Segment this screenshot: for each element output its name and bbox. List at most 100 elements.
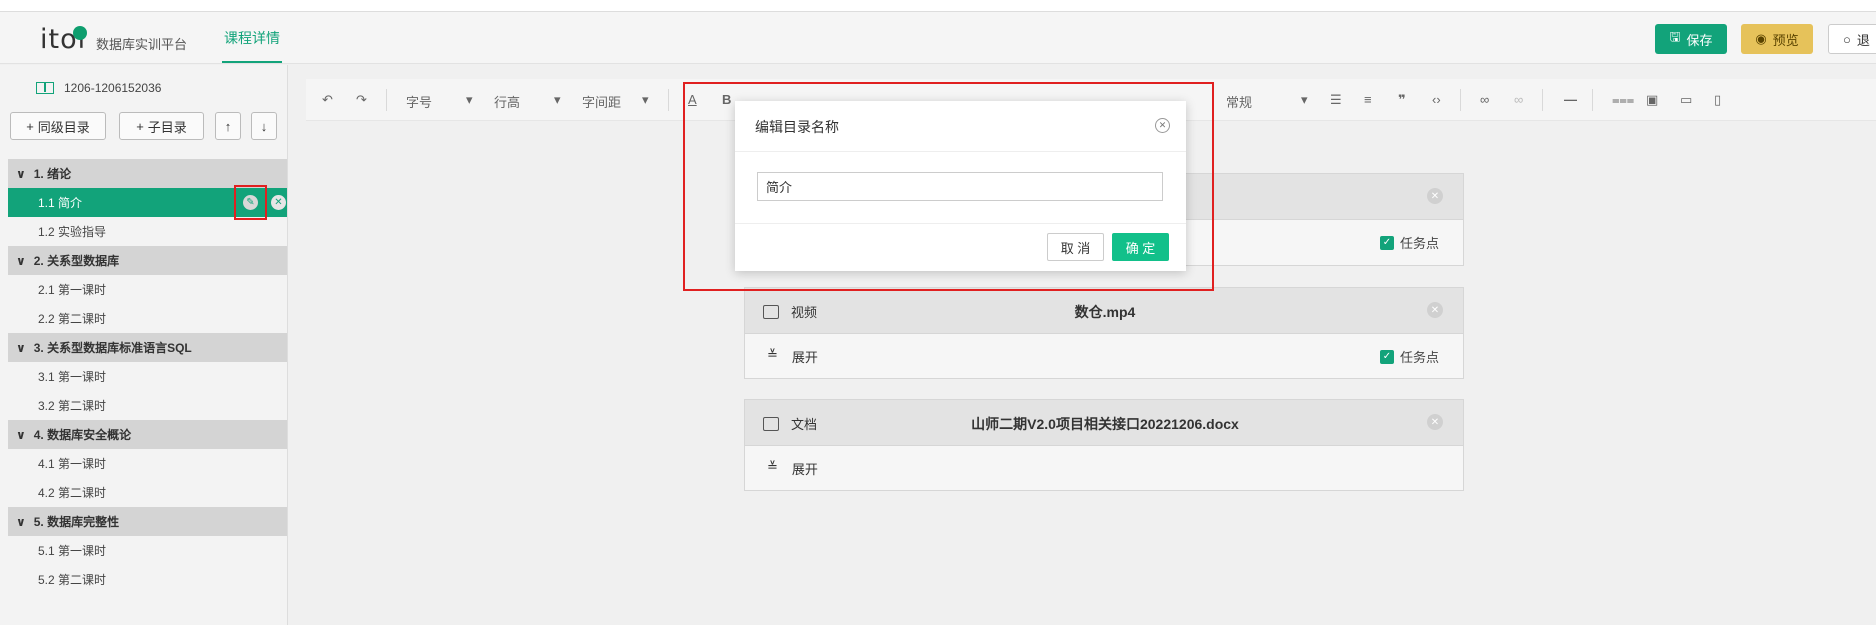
preview-label: 预览 (1772, 32, 1799, 48)
letter-spacing-select[interactable]: 字间距 (582, 92, 621, 111)
close-icon[interactable]: ✕ (1155, 118, 1170, 133)
clear-format-icon[interactable]: ⩶ (1612, 92, 1634, 108)
video-icon[interactable]: ▭ (1680, 92, 1692, 108)
add-child-label: 子目录 (147, 119, 187, 135)
exit-button[interactable]: ○ 退 (1828, 24, 1876, 54)
confirm-button[interactable]: 确 定 (1112, 233, 1169, 261)
chapter-4[interactable]: ∨ 4. 数据库安全概论 (8, 420, 287, 449)
lesson-2-1[interactable]: 2.1 第一课时 (8, 275, 287, 304)
expand-toggle[interactable]: ≚ 展开 (767, 459, 818, 478)
expand-label: 展开 (791, 462, 818, 477)
undo-icon[interactable]: ↶ (322, 92, 333, 108)
close-icon[interactable]: ✕ (1427, 188, 1443, 204)
expand-toggle[interactable]: ≚ 展开 (767, 347, 818, 366)
move-down-button[interactable]: ↓ (251, 112, 277, 140)
paragraph-select[interactable]: 常规 (1226, 92, 1252, 111)
plus-icon: + (136, 118, 144, 134)
edit-icon[interactable]: ✎ (243, 195, 258, 210)
chevron-down-icon: ▾ (642, 92, 649, 107)
move-up-button[interactable]: ↑ (215, 112, 241, 140)
add-child-dir-button[interactable]: + 子目录 (119, 112, 204, 140)
lesson-5-2[interactable]: 5.2 第二课时 (8, 565, 287, 594)
lesson-4-2[interactable]: 4.2 第二课时 (8, 478, 287, 507)
card-footer: ≚ 展开 (745, 446, 1463, 490)
chevron-down-icon: ∨ (16, 514, 26, 529)
tab-course-detail[interactable]: 课程详情 (222, 28, 282, 63)
toolbar-divider (1592, 89, 1593, 111)
horizontal-rule-icon[interactable]: — (1564, 92, 1577, 107)
lesson-label: 1.1 简介 (38, 196, 83, 210)
chevron-down-icon: ∨ (16, 166, 26, 181)
exit-label: 退 (1856, 32, 1870, 48)
chapter-title: 5. 数据库完整性 (33, 515, 120, 529)
double-chevron-down-icon: ≚ (767, 459, 778, 474)
app-header: itol 数据库实训平台 课程详情 🖫 保存 ◉ 预览 ○ 退 (0, 12, 1876, 64)
chapter-title: 2. 关系型数据库 (33, 254, 120, 268)
content-card-document: 文档 山师二期V2.0项目相关接口20221206.docx ✕ ≚ 展开 (744, 399, 1464, 491)
lesson-5-1[interactable]: 5.1 第一课时 (8, 536, 287, 565)
code-icon[interactable]: ‹› (1432, 92, 1441, 107)
preview-button[interactable]: ◉ 预览 (1741, 24, 1813, 54)
task-point-label: 任务点 (1399, 236, 1439, 251)
chapter-title: 1. 绪论 (33, 167, 72, 181)
link-icon[interactable]: ∞ (1480, 92, 1489, 107)
directory-tree: ∨ 1. 绪论 1.1 简介 ✎ ✕ 1.2 实验指导 ∨ 2. 关系型数据库 2.… (8, 159, 287, 594)
bullet-list-icon[interactable]: ☰ (1330, 92, 1342, 108)
lesson-label: 5.1 第一课时 (38, 544, 107, 558)
lesson-1-1[interactable]: 1.1 简介 ✎ ✕ (8, 185, 287, 220)
lesson-label: 5.2 第二课时 (38, 573, 107, 587)
lesson-4-1[interactable]: 4.1 第一课时 (8, 449, 287, 478)
lesson-label: 2.2 第二课时 (38, 312, 107, 326)
sidebar: 1206-1206152036 + 同级目录 + 子目录 ↑ ↓ ∨ 1. 绪论 … (0, 65, 288, 625)
lesson-2-2[interactable]: 2.2 第二课时 (8, 304, 287, 333)
course-id: 1206-1206152036 (36, 81, 161, 95)
arrow-down-icon: ↓ (260, 118, 268, 134)
card-filename: 数仓.mp4 (1074, 304, 1136, 320)
chevron-down-icon: ▾ (466, 92, 473, 107)
cancel-button[interactable]: 取 消 (1047, 233, 1104, 261)
task-point[interactable]: ✓ 任务点 (1379, 347, 1439, 366)
book-icon (36, 82, 54, 94)
save-label: 保存 (1686, 32, 1713, 48)
unlink-icon[interactable]: ∞ (1514, 92, 1523, 107)
edit-dir-name-dialog: 编辑目录名称 ✕ 取 消 确 定 (735, 101, 1186, 271)
lesson-label: 3.2 第二课时 (38, 399, 107, 413)
lesson-label: 2.1 第一课时 (38, 283, 107, 297)
lesson-1-2[interactable]: 1.2 实验指导 (8, 217, 287, 246)
exit-icon: ○ (1843, 31, 1851, 47)
card-header: 视频 数仓.mp4 ✕ (745, 288, 1463, 334)
card-footer: ≚ 展开 ✓ 任务点 (745, 334, 1463, 378)
edit-highlight: ✎ (234, 185, 267, 220)
lesson-label: 3.1 第一课时 (38, 370, 107, 384)
dir-name-input[interactable] (757, 172, 1163, 201)
task-point[interactable]: ✓ 任务点 (1379, 233, 1439, 252)
toolbar-divider (668, 89, 669, 111)
lesson-label: 4.1 第一课时 (38, 457, 107, 471)
close-icon[interactable]: ✕ (1427, 414, 1443, 430)
dialog-title: 编辑目录名称 (755, 119, 839, 135)
delete-icon[interactable]: ✕ (271, 195, 286, 210)
font-size-select[interactable]: 字号 (406, 92, 432, 111)
lesson-3-2[interactable]: 3.2 第二课时 (8, 391, 287, 420)
checkbox-checked-icon[interactable]: ✓ (1379, 235, 1394, 250)
quote-icon[interactable]: ❞ (1398, 92, 1406, 108)
expand-label: 展开 (791, 350, 818, 365)
save-button[interactable]: 🖫 保存 (1655, 24, 1727, 54)
chapter-title: 4. 数据库安全概论 (33, 428, 132, 442)
line-height-select[interactable]: 行高 (494, 92, 520, 111)
redo-icon[interactable]: ↷ (356, 92, 367, 108)
chapter-2[interactable]: ∨ 2. 关系型数据库 (8, 246, 287, 275)
add-sibling-dir-button[interactable]: + 同级目录 (10, 112, 106, 140)
checkbox-checked-icon[interactable]: ✓ (1379, 349, 1394, 364)
task-point-label: 任务点 (1399, 350, 1439, 365)
card-filename: 山师二期V2.0项目相关接口20221206.docx (971, 416, 1239, 432)
image-icon[interactable]: ▣ (1646, 92, 1658, 108)
numbered-list-icon[interactable]: ≡ (1364, 92, 1372, 107)
chapter-5[interactable]: ∨ 5. 数据库完整性 (8, 507, 287, 536)
close-icon[interactable]: ✕ (1427, 302, 1443, 318)
chapter-3[interactable]: ∨ 3. 关系型数据库标准语言SQL (8, 333, 287, 362)
document-icon[interactable]: ▯ (1714, 92, 1721, 108)
chevron-down-icon: ∨ (16, 253, 26, 268)
lesson-3-1[interactable]: 3.1 第一课时 (8, 362, 287, 391)
chapter-1[interactable]: ∨ 1. 绪论 (8, 159, 287, 188)
